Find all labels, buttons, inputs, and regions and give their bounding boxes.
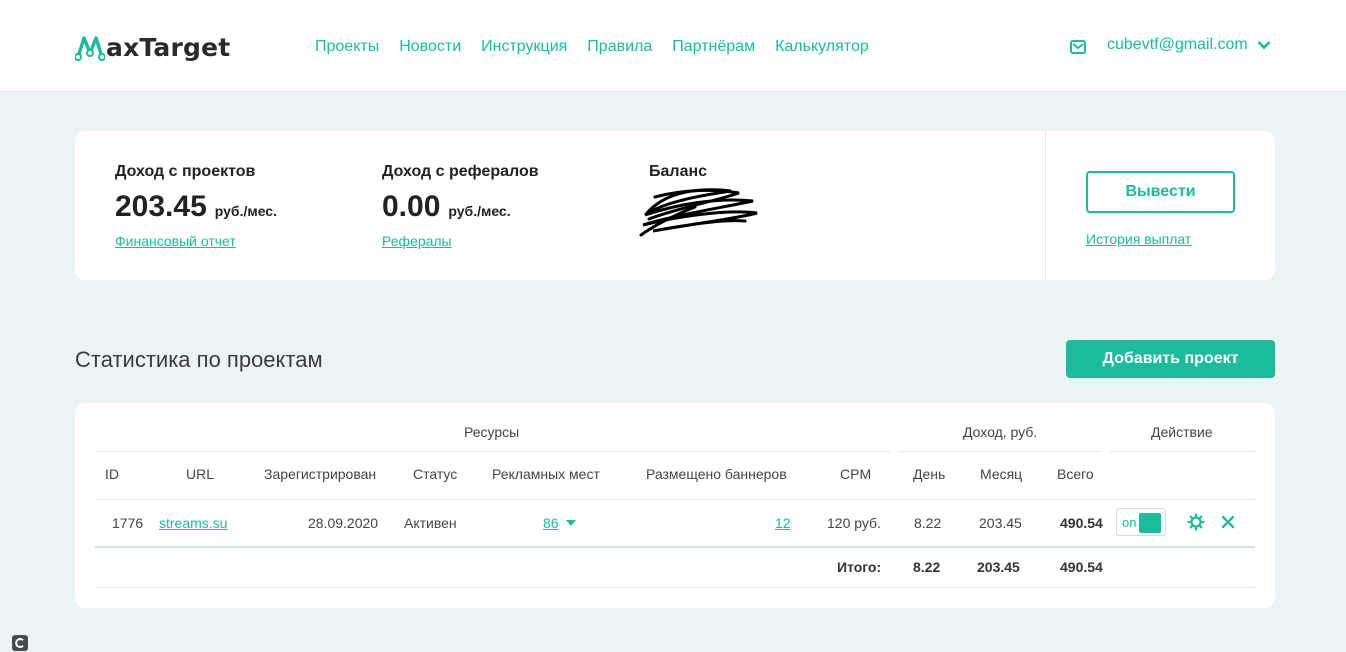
projects-income-unit: руб./мес. — [214, 203, 277, 219]
gear-icon[interactable] — [1187, 513, 1205, 531]
projects-income: Доход с проектов 203.45 руб./мес. Финанс… — [115, 163, 277, 251]
totals-divider — [95, 587, 1255, 588]
withdraw-button[interactable]: Вывести — [1086, 171, 1235, 213]
chevron-down-icon[interactable] — [1257, 40, 1271, 50]
logo[interactable]: axTarget — [75, 30, 230, 64]
row-registered: 28.09.2020 — [308, 515, 379, 531]
row-status: Активен — [404, 515, 457, 531]
top-header: axTarget Проекты Новости Инструкция Прав… — [0, 0, 1346, 92]
page-title: Статистика по проектам — [75, 347, 323, 372]
col-url: URL — [186, 466, 215, 482]
totals-label: Итого: — [837, 559, 882, 575]
row-divider — [95, 546, 1255, 548]
group-underline-income — [901, 451, 1101, 452]
nav-projects[interactable]: Проекты — [315, 37, 379, 57]
income-divider — [1045, 131, 1046, 280]
col-status: Статус — [413, 466, 458, 482]
group-header-income: Доход, руб. — [963, 424, 1038, 440]
payment-history-link[interactable]: История выплат — [1086, 231, 1191, 247]
nav-calculator[interactable]: Калькулятор — [775, 37, 869, 57]
balance: Баланс — [649, 163, 707, 181]
col-total: Всего — [1057, 466, 1094, 482]
referrals-link[interactable]: Рефералы — [382, 233, 452, 249]
group-header-resources: Ресурсы — [464, 424, 520, 440]
add-project-button[interactable]: Добавить проект — [1066, 340, 1275, 378]
toggle-knob — [1139, 513, 1161, 533]
nav-rules[interactable]: Правила — [587, 37, 652, 57]
balance-label: Баланс — [649, 163, 708, 180]
referrals-income: Доход с рефералов 0.00 руб./мес. Реферал… — [382, 163, 539, 251]
row-day: 8.22 — [914, 515, 942, 531]
financial-report-link[interactable]: Финансовый отчет — [115, 233, 236, 249]
totals-day: 8.22 — [913, 559, 941, 575]
col-ad-places: Рекламных мест — [492, 466, 600, 482]
nav-instructions[interactable]: Инструкция — [481, 37, 567, 57]
row-cpm: 120 руб. — [827, 515, 881, 531]
row-month: 203.45 — [979, 515, 1022, 531]
group-header-action: Действие — [1151, 424, 1213, 440]
close-icon[interactable] — [1221, 515, 1235, 529]
referrals-income-unit: руб./мес. — [448, 203, 511, 219]
nav-news[interactable]: Новости — [399, 37, 461, 57]
row-ad-places-link[interactable]: 86 — [543, 515, 559, 531]
logo-text: axTarget — [106, 32, 231, 62]
col-month: Месяц — [980, 466, 1023, 482]
projects-income-label: Доход с проектов — [115, 163, 256, 180]
toggle-label: on — [1122, 515, 1137, 530]
row-id: 1776 — [112, 515, 144, 531]
col-banners: Размещено баннеров — [646, 466, 787, 482]
redacted-balance-scribble — [639, 188, 758, 237]
group-underline-action — [1110, 451, 1255, 452]
totals-month: 203.45 — [977, 559, 1020, 575]
col-registered: Зарегистрирован — [264, 466, 377, 482]
main-nav: Проекты Новости Инструкция Правила Партн… — [315, 37, 889, 57]
logo-icon — [75, 36, 105, 61]
row-total: 490.54 — [1060, 515, 1103, 531]
totals-total: 490.54 — [1060, 559, 1103, 575]
row-banners-link[interactable]: 12 — [775, 515, 791, 531]
group-underline-resources — [95, 451, 890, 452]
col-day: День — [913, 466, 946, 482]
user-email[interactable]: cubevtf@gmail.com — [1107, 36, 1248, 54]
projects-table: Ресурсы Доход, руб. Действие ID URL Заре… — [75, 403, 1275, 608]
projects-income-value: 203.45 — [115, 190, 207, 223]
income-card: Доход с проектов 203.45 руб./мес. Финанс… — [75, 131, 1275, 280]
row-url-link[interactable]: streams.su — [159, 515, 227, 531]
project-toggle[interactable]: on — [1116, 508, 1166, 536]
c-badge-icon[interactable] — [12, 635, 28, 651]
referrals-income-label: Доход с рефералов — [382, 163, 539, 180]
col-id: ID — [105, 466, 119, 482]
header-divider — [95, 499, 1255, 500]
col-cpm: CPM — [840, 466, 872, 482]
referrals-income-value: 0.00 — [382, 190, 441, 223]
caret-down-icon[interactable] — [566, 520, 576, 527]
mail-icon — [1070, 40, 1086, 54]
user-menu[interactable]: cubevtf@gmail.com — [1070, 36, 1271, 54]
nav-partners[interactable]: Партнёрам — [672, 37, 755, 57]
